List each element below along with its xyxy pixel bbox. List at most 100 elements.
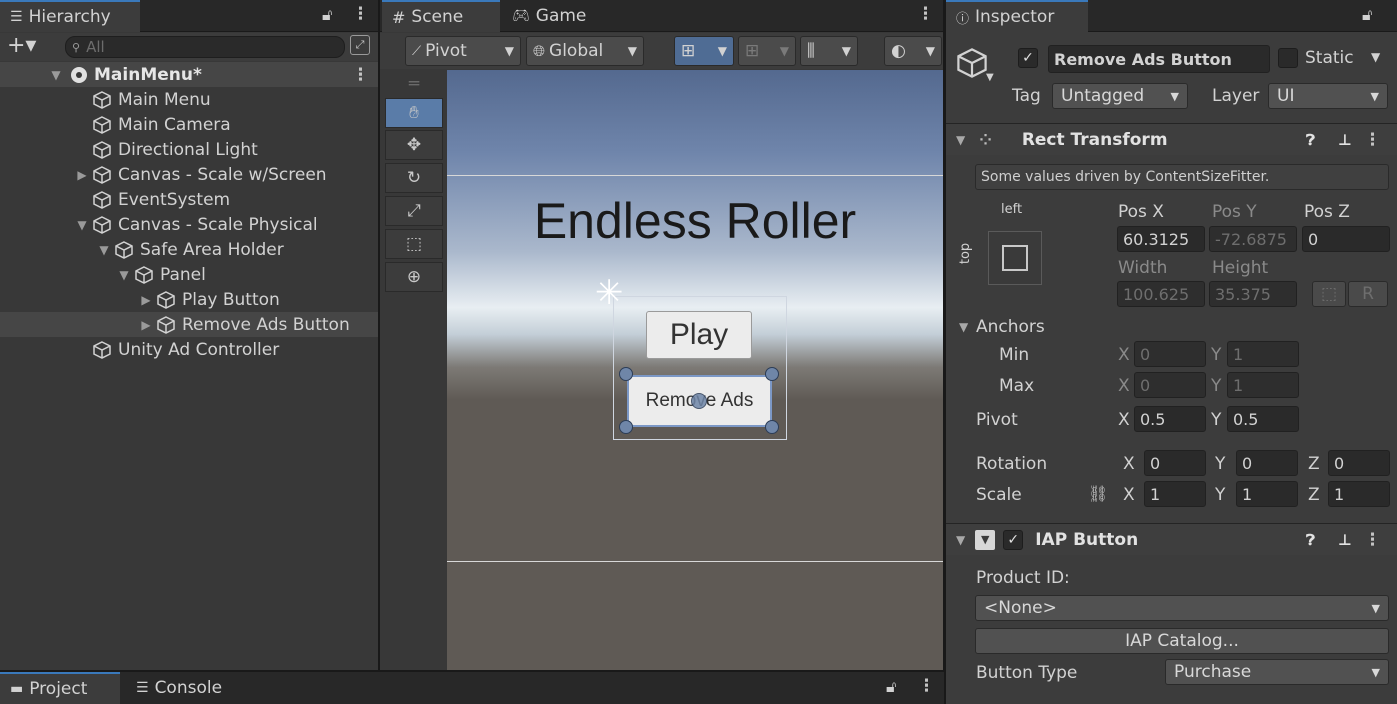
tab-inspector[interactable]: ⓘ Inspector	[946, 0, 1088, 32]
scene-viewport[interactable]: Endless Roller ✳ Play Remove Ads	[447, 70, 943, 670]
rotation-y-field[interactable]: 0	[1236, 450, 1298, 476]
preset-icon[interactable]: ⊥	[1338, 531, 1352, 549]
collapse-arrow-icon[interactable]: ▼	[48, 68, 64, 82]
hierarchy-item[interactable]: Main Camera	[0, 112, 378, 137]
increment-snap-toggle[interactable]: ⊞ ▼	[738, 36, 796, 66]
pivot-handle-icon[interactable]	[691, 393, 707, 409]
collapse-arrow-icon[interactable]: ▼	[94, 243, 114, 257]
scene-visibility-icon[interactable]: ⤢	[350, 35, 370, 55]
scene-name: MainMenu*	[94, 64, 202, 85]
hierarchy-item[interactable]: Directional Light	[0, 137, 378, 162]
chevron-down-icon[interactable]: ▼	[986, 72, 994, 83]
ruler-toggle[interactable]: ⫼ ▼	[800, 36, 858, 66]
hierarchy-item[interactable]: ▼ Panel	[0, 262, 378, 287]
collapse-arrow-icon[interactable]: ▼	[72, 218, 92, 232]
raw-edit-button[interactable]: R	[1348, 281, 1388, 307]
lock-icon[interactable]: 🔓︎	[322, 5, 332, 25]
rect-handle-icon[interactable]	[619, 420, 633, 434]
more-menu-icon[interactable]: ⋮	[918, 676, 935, 696]
anchor-presets-button[interactable]	[988, 231, 1042, 285]
hierarchy-item[interactable]: ▼ Canvas - Scale Physical	[0, 212, 378, 237]
scene-more-icon[interactable]: ⋮	[352, 65, 369, 85]
help-icon[interactable]: ❓︎	[1306, 131, 1315, 149]
object-name-input[interactable]: Remove Ads Button	[1048, 45, 1270, 73]
rect-handle-icon[interactable]	[619, 367, 633, 381]
tab-scene[interactable]: # Scene	[382, 0, 500, 32]
lock-icon[interactable]: 🔓︎	[886, 677, 896, 697]
scale-label: Scale	[976, 485, 1022, 505]
draw-mode-dropdown[interactable]: ◐ ▼	[884, 36, 942, 66]
lock-icon[interactable]: 🔓︎	[1362, 5, 1372, 25]
more-menu-icon[interactable]: ⋮	[352, 4, 369, 24]
button-type-dropdown[interactable]: Purchase ▼	[1165, 659, 1389, 685]
rect-tool-button[interactable]: ⬚	[385, 229, 443, 259]
layer-label: Layer	[1212, 86, 1260, 106]
global-dropdown[interactable]: 🌐︎ Global ▼	[526, 36, 644, 66]
rotation-x-field[interactable]: 0	[1144, 450, 1206, 476]
active-checkbox[interactable]: ✓	[1018, 48, 1038, 68]
tab-hierarchy[interactable]: ☰ Hierarchy	[0, 0, 140, 32]
iap-enabled-checkbox[interactable]: ✓	[1003, 529, 1024, 550]
collapse-arrow-icon[interactable]: ▼	[114, 268, 134, 282]
hierarchy-search[interactable]: ⚲ All	[65, 36, 345, 58]
scale-z-field[interactable]: 1	[1328, 481, 1390, 507]
rotate-tool-button[interactable]: ↻	[385, 163, 443, 193]
tag-dropdown[interactable]: Untagged ▼	[1052, 83, 1188, 109]
hierarchy-item[interactable]: ▶ Canvas - Scale w/Screen	[0, 162, 378, 187]
tab-console[interactable]: ☰ Console	[126, 672, 246, 704]
gameobject-cube-icon	[157, 290, 175, 309]
iap-button-header[interactable]: ▼ ▼ ✓ IAP Button ❓︎ ⊥ ⋮	[946, 523, 1397, 555]
grid-snap-toggle[interactable]: ⊞ ▼	[674, 36, 734, 66]
chevron-down-icon[interactable]: ▼	[1371, 50, 1380, 64]
hierarchy-item[interactable]: ▶ Play Button	[0, 287, 378, 312]
product-id-dropdown[interactable]: <None> ▼	[975, 595, 1389, 621]
blueprint-mode-icon[interactable]: ⬚	[1312, 281, 1346, 307]
hierarchy-item[interactable]: ▼ Safe Area Holder	[0, 237, 378, 262]
iap-catalog-button[interactable]: IAP Catalog...	[975, 628, 1389, 654]
hierarchy-item-selected[interactable]: ▶ Remove Ads Button	[0, 312, 378, 337]
move-tool-button[interactable]: ✥	[385, 130, 443, 160]
hierarchy-item[interactable]: Main Menu	[0, 87, 378, 112]
hierarchy-item[interactable]: Unity Ad Controller	[0, 337, 378, 362]
game-title-text: Endless Roller	[533, 193, 857, 249]
bottom-tabbar: ▬ Project ☰ Console 🔓︎ ⋮	[0, 672, 944, 704]
constrain-proportions-icon[interactable]: ⛓︎	[1088, 484, 1108, 503]
scale-x-field[interactable]: 1	[1144, 481, 1206, 507]
shading-sphere-icon: ◐	[891, 41, 906, 61]
hand-tool-button[interactable]: ✋︎	[385, 98, 443, 128]
tool-palette-grip[interactable]: ═	[385, 72, 443, 96]
pivot-y-field[interactable]: 0.5	[1227, 406, 1299, 432]
pos-z-field[interactable]: 0	[1302, 226, 1390, 252]
play-button-preview[interactable]: Play	[646, 311, 752, 359]
hierarchy-item[interactable]: EventSystem	[0, 187, 378, 212]
static-checkbox[interactable]	[1278, 48, 1298, 68]
rect-handle-icon[interactable]	[765, 420, 779, 434]
expand-arrow-icon[interactable]: ▶	[136, 318, 156, 332]
create-add-icon[interactable]: +▾	[7, 33, 36, 58]
component-more-icon[interactable]: ⋮	[1364, 130, 1381, 150]
layer-dropdown[interactable]: UI ▼	[1268, 83, 1388, 109]
pos-x-field[interactable]: 60.3125	[1117, 226, 1205, 252]
scene-more-icon[interactable]: ⋮	[917, 4, 934, 24]
axis-y-label: Y	[1211, 376, 1222, 396]
scale-y-field[interactable]: 1	[1236, 481, 1298, 507]
rotation-z-field[interactable]: 0	[1328, 450, 1390, 476]
gameobject-cube-icon	[157, 315, 175, 334]
pivot-x-field[interactable]: 0.5	[1134, 406, 1206, 432]
pivot-dropdown[interactable]: ⟋ Pivot ▼	[405, 36, 521, 66]
axis-x-label: X	[1123, 485, 1135, 505]
expand-arrow-icon[interactable]: ▶	[72, 168, 92, 182]
help-icon[interactable]: ❓︎	[1306, 531, 1315, 549]
rect-handle-icon[interactable]	[765, 367, 779, 381]
transform-tool-button[interactable]: ⊕	[385, 262, 443, 292]
rect-transform-header[interactable]: ▼ ⁘ Rect Transform ❓︎ ⊥ ⋮	[946, 123, 1397, 155]
preset-icon[interactable]: ⊥	[1338, 131, 1352, 149]
tab-game[interactable]: 🎮︎ Game	[502, 0, 612, 32]
hierarchy-scene-row[interactable]: ▼ MainMenu* ⋮	[0, 62, 378, 87]
expand-arrow-icon[interactable]: ▶	[136, 293, 156, 307]
collapse-arrow-icon[interactable]: ▼	[959, 320, 968, 334]
component-more-icon[interactable]: ⋮	[1364, 530, 1381, 550]
scale-tool-button[interactable]: ⤢	[385, 196, 443, 226]
tab-project[interactable]: ▬ Project	[0, 672, 120, 704]
anchor-min-y-field: 1	[1227, 341, 1299, 367]
